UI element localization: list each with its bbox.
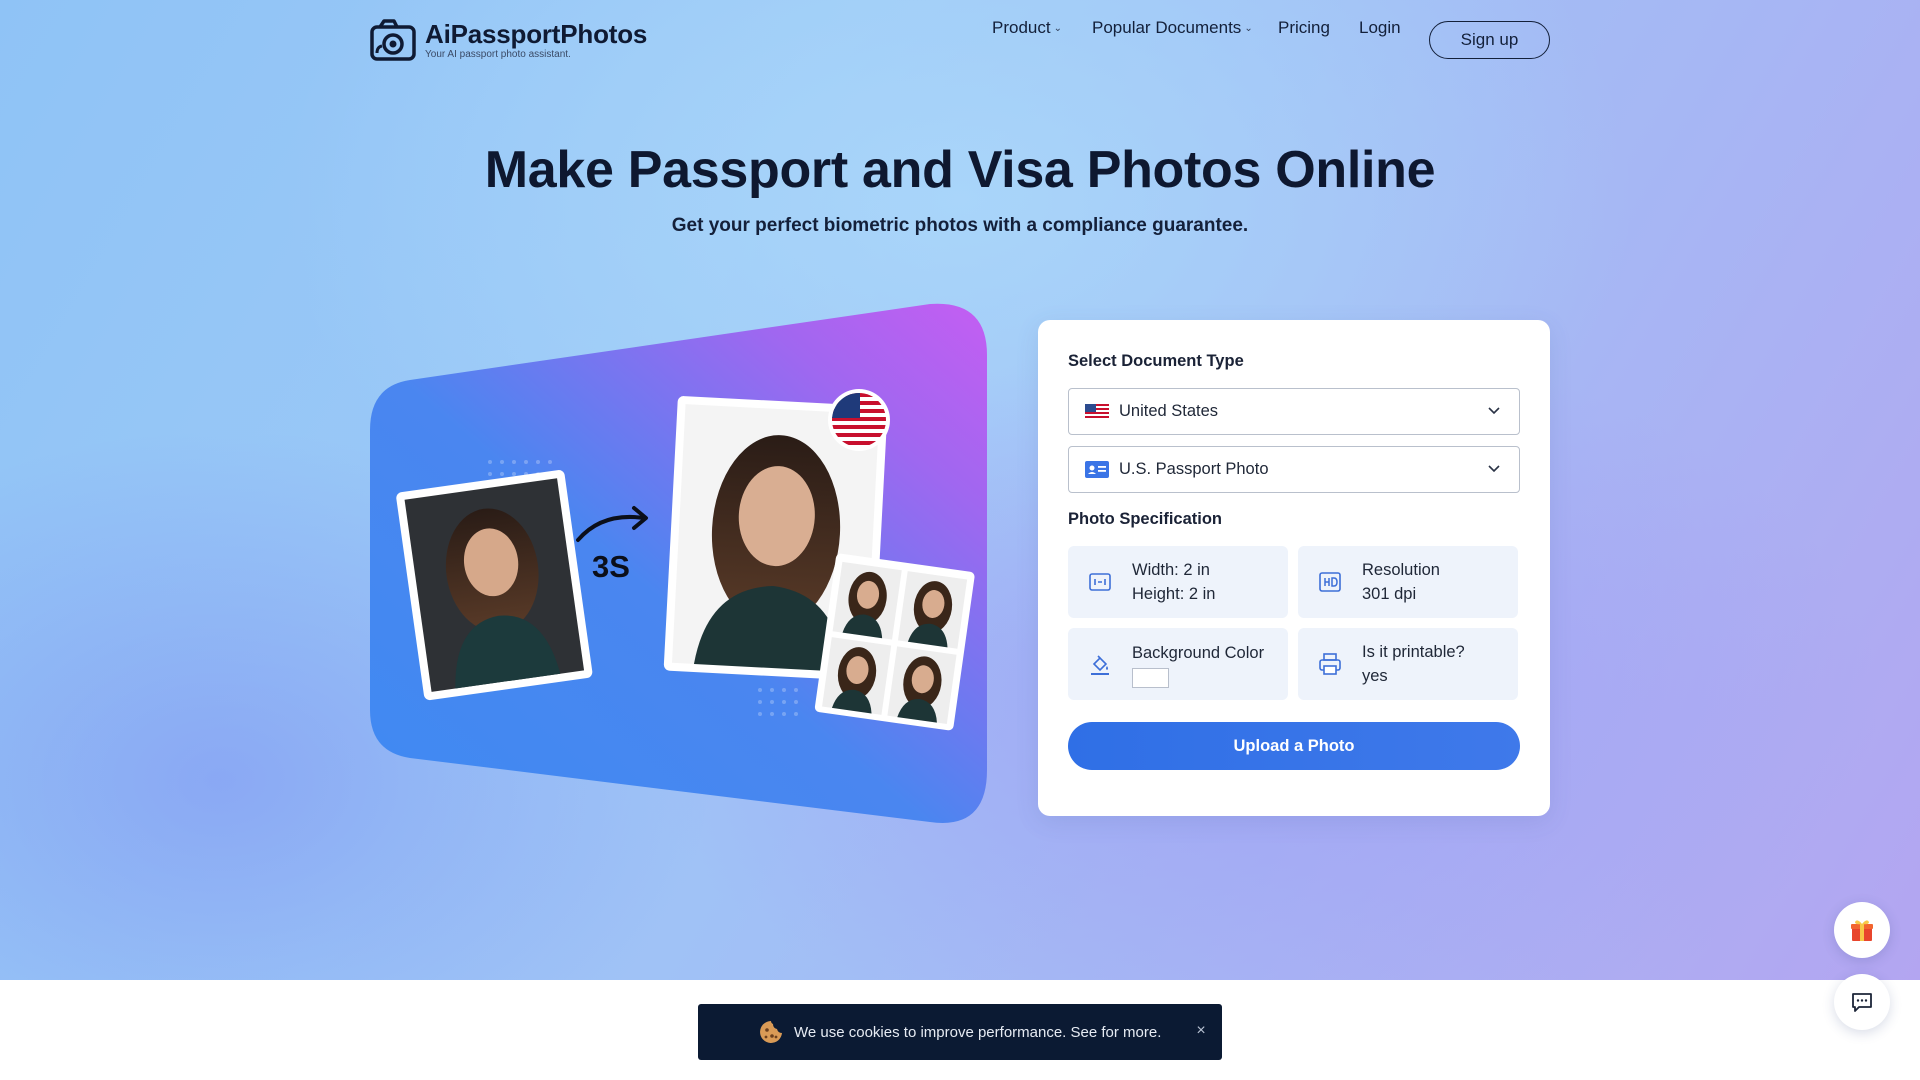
spec-width: Width: 2 in [1132,561,1210,579]
page-subtitle: Get your perfect biometric photos with a… [671,215,1249,236]
spec-height: Height: 2 in [1132,585,1216,603]
document-select[interactable]: U.S. Passport Photo [1068,446,1520,493]
chevron-down-icon [1488,465,1500,473]
spec-resolution: Resolution 301 dpi [1298,546,1518,618]
cookie-banner: We use cookies to improve performance. S… [698,1004,1222,1060]
chevron-down-icon: ⌄ [1053,22,1062,34]
printable-label: Is it printable? [1362,643,1465,661]
resolution-value: 301 dpi [1362,585,1417,603]
nav-popular-documents[interactable]: Popular Documents ⌄ [1092,18,1253,38]
chat-icon [1852,993,1872,1012]
chat-button[interactable] [1834,974,1890,1030]
spec-title: Photo Specification [1068,510,1223,528]
brand-name: AiPassportPhotos [425,18,648,49]
country-select[interactable]: United States [1068,388,1520,435]
chevron-down-icon: ⌄ [1244,22,1253,34]
us-flag-icon [1085,403,1109,420]
printer-icon [1319,653,1341,675]
spec-background: Background Color [1068,628,1288,700]
document-value: U.S. Passport Photo [1119,460,1269,478]
signup-button[interactable]: Sign up [1429,21,1550,59]
doc-type-title: Select Document Type [1068,352,1244,370]
nav-product-label: Product [992,18,1051,37]
size-icon [1089,573,1111,591]
id-card-icon [1085,461,1109,478]
top-nav: AiPassportPhotos Your AI passport photo … [0,0,1920,80]
gift-icon [1851,920,1873,941]
upload-photo-button[interactable]: Upload a Photo [1068,722,1520,770]
background-label: Background Color [1132,643,1265,662]
spec-size: Width: 2 in Height: 2 in [1068,546,1288,618]
brand-tagline: Your AI passport photo assistant. [425,48,571,60]
hero-illustration: 3S [370,300,990,830]
document-form-card: Select Document Type United States U.S. … [1038,320,1550,816]
cookie-icon [760,1021,782,1043]
nav-pricing[interactable]: Pricing [1278,18,1330,38]
close-icon[interactable]: × [1192,1022,1210,1040]
printable-value: yes [1362,667,1388,685]
chevron-down-icon [1488,407,1500,415]
resolution-label: Resolution [1362,561,1440,579]
us-flag-badge [828,389,890,451]
paint-bucket-icon [1091,655,1109,675]
nav-documents-label: Popular Documents [1092,18,1242,37]
gift-button[interactable] [1834,902,1890,958]
page-title: Make Passport and Visa Photos Online [484,141,1436,199]
background-color-swatch [1132,667,1169,688]
speed-label: 3S [592,549,630,584]
nav-product[interactable]: Product ⌄ [992,18,1062,38]
country-value: United States [1119,402,1219,420]
logo-camera-icon [370,19,416,61]
cookie-text: We use cookies to improve performance. S… [794,1023,1162,1041]
logo[interactable]: AiPassportPhotos Your AI passport photo … [370,18,647,62]
spec-printable: Is it printable? yes [1298,628,1518,700]
nav-login[interactable]: Login [1359,18,1401,38]
hd-icon [1319,572,1341,592]
